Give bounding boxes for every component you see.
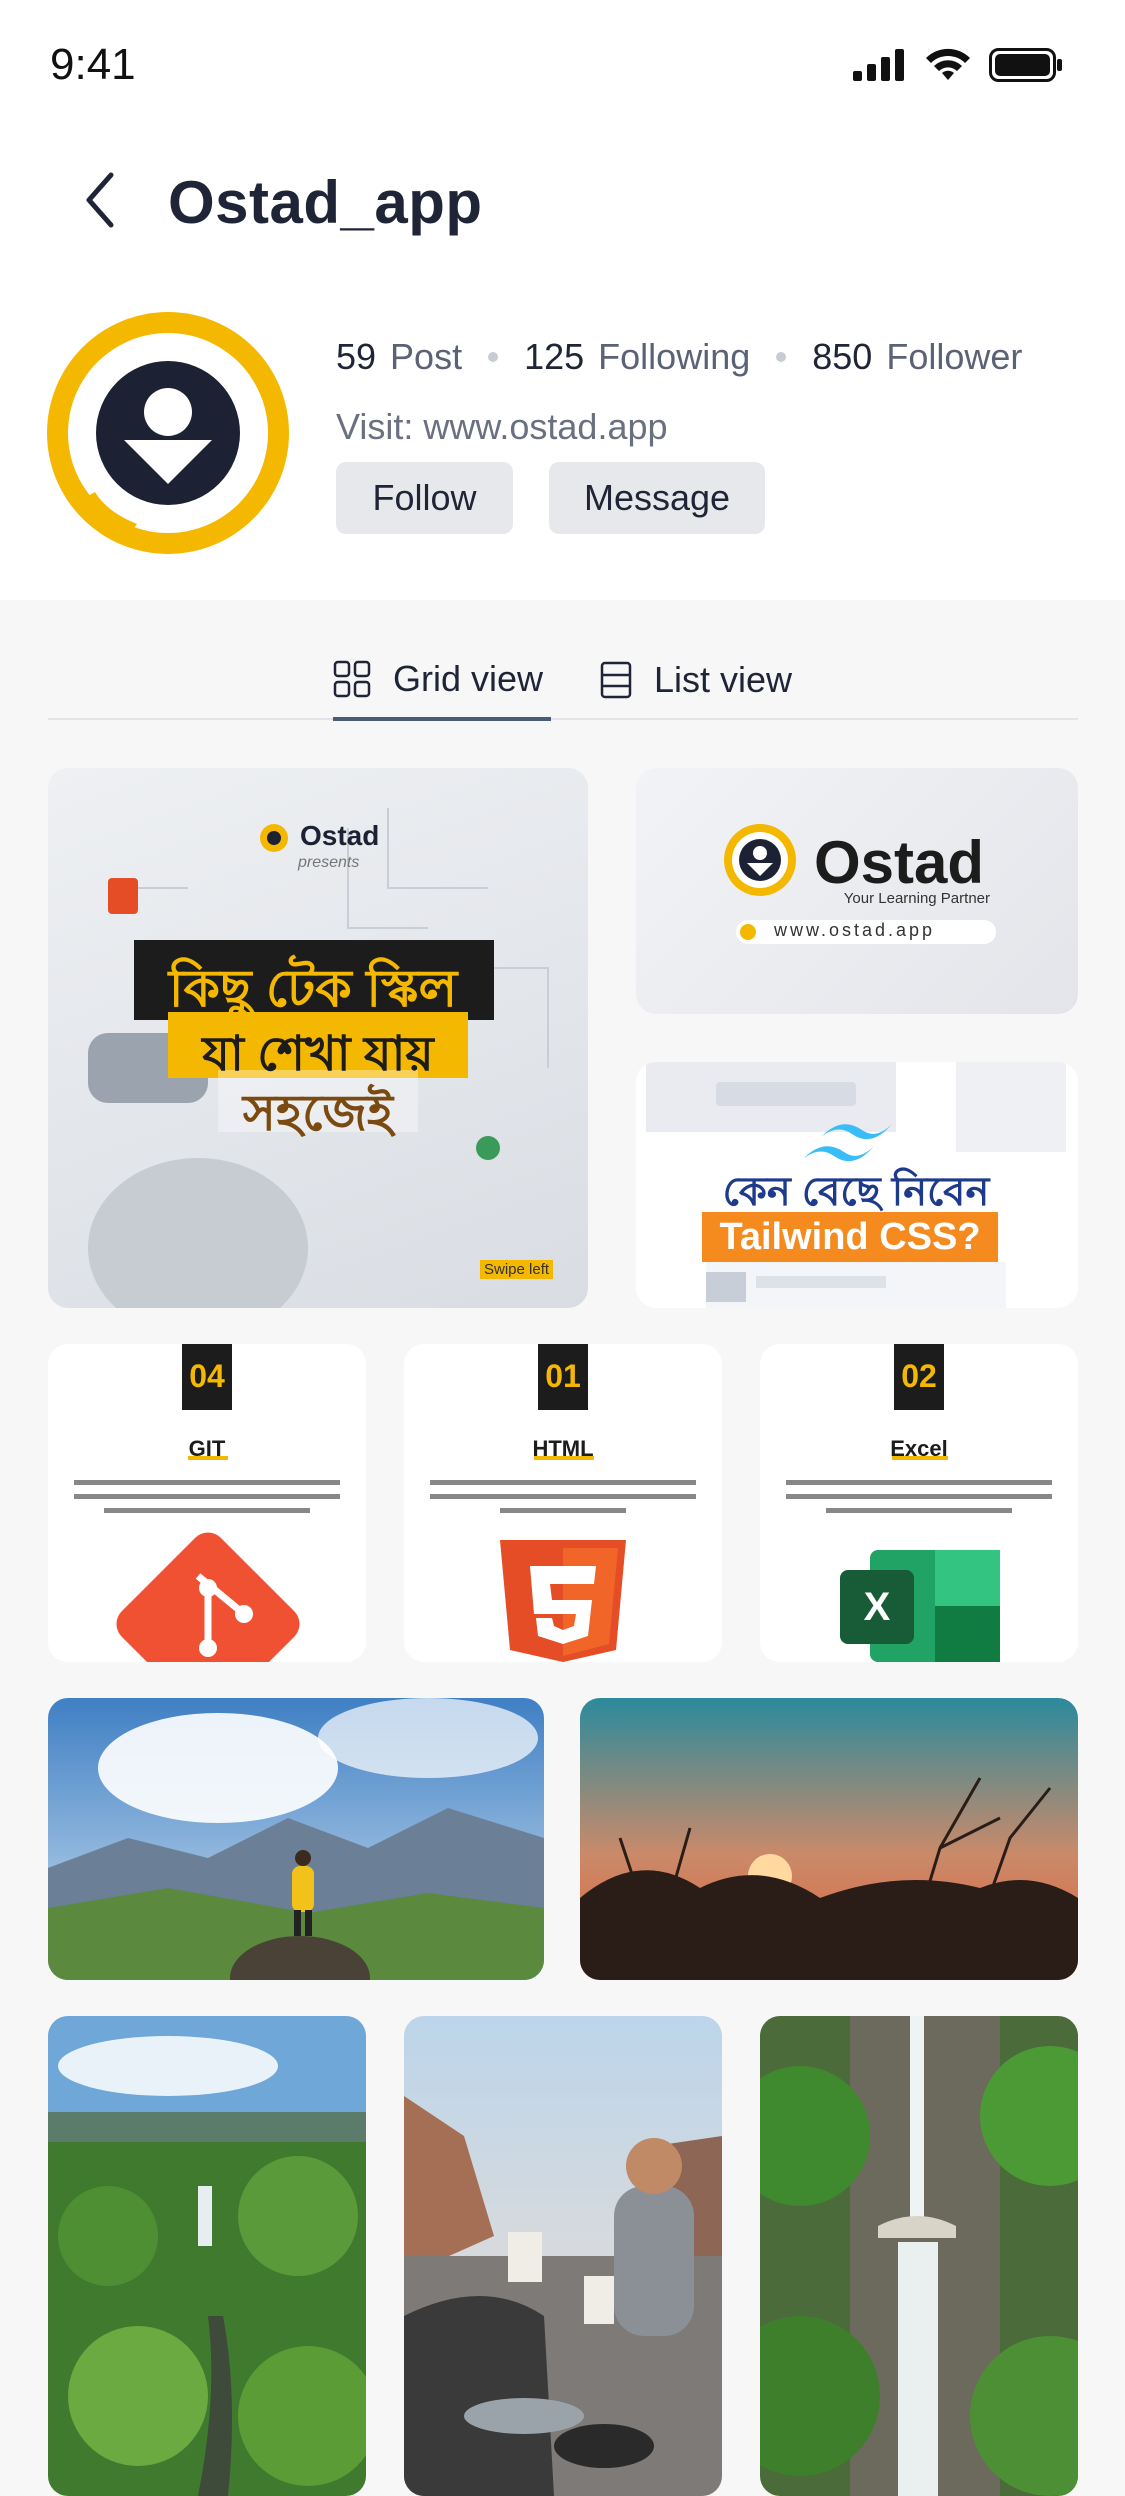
post4-number: 04	[189, 1358, 225, 1394]
tab-grid-view[interactable]: Grid view	[333, 640, 551, 721]
signal-icon	[853, 49, 904, 81]
post1-swipe: Swipe left	[480, 1260, 554, 1279]
post-tile-sunset[interactable]	[580, 1698, 1078, 1980]
post-image	[760, 2016, 1078, 2496]
follow-button[interactable]: Follow	[336, 462, 513, 534]
post1-brand: Ostad	[300, 820, 380, 851]
status-icons	[853, 48, 1063, 82]
stat-separator	[776, 352, 787, 362]
post-tile-excel[interactable]: 02 Excel X	[760, 1344, 1078, 1662]
grid-icon	[333, 660, 371, 697]
avatar[interactable]	[47, 312, 289, 554]
post4-title: GIT	[188, 1436, 226, 1461]
post-tile-git[interactable]: 04 GIT	[48, 1344, 366, 1662]
chevron-left-icon	[86, 172, 114, 228]
following-label[interactable]: Following	[598, 336, 750, 378]
status-time: 9:41	[50, 40, 136, 89]
message-button[interactable]: Message	[549, 462, 765, 534]
post-image	[48, 2016, 366, 2496]
followers-label[interactable]: Follower	[886, 336, 1022, 378]
status-bar: 9:41	[0, 0, 1125, 130]
post-image	[404, 2016, 722, 2496]
post-tile-friends-canyon[interactable]	[404, 2016, 722, 2496]
post-tile-waterfall-bridge[interactable]	[760, 2016, 1078, 2496]
post1-presents: presents	[298, 854, 360, 871]
post-tile-waterfall-forest[interactable]	[48, 2016, 366, 2496]
following-count: 125	[524, 336, 585, 377]
excel-x-icon: X	[863, 1584, 891, 1629]
post2-tagline: Your Learning Partner	[843, 890, 990, 907]
post-tile-ostad-brand[interactable]: Ostad Your Learning Partner www.ostad.ap…	[636, 768, 1078, 1014]
post2-brand: Ostad	[814, 829, 985, 896]
post-tile-mountain-hiker[interactable]	[48, 1698, 544, 1980]
profile-stats: 59 Post 125 Following 850 Follower	[336, 336, 1022, 378]
post6-number: 02	[901, 1358, 937, 1394]
posts-label[interactable]: Post	[390, 336, 462, 378]
post-tile-html[interactable]: 01 HTML	[404, 1344, 722, 1662]
stat-separator	[488, 352, 499, 362]
posts-content: Grid view List view Ostad presents কিছু …	[0, 600, 1125, 2496]
header: Ostad_app	[0, 150, 1125, 250]
post-image	[48, 1698, 544, 1980]
back-button[interactable]	[70, 164, 130, 236]
website-link[interactable]: Visit: www.ostad.app	[336, 406, 668, 448]
post3-line-2: Tailwind CSS?	[719, 1216, 981, 1258]
post5-number: 01	[545, 1358, 581, 1394]
tab-list-view[interactable]: List view	[600, 640, 792, 720]
profile-section: 59 Post 125 Following 850 Follower Visit…	[0, 300, 1125, 600]
tab-grid-label: Grid view	[393, 657, 544, 699]
post1-headline-3: সহজেই	[242, 1085, 394, 1141]
posts-count: 59	[336, 336, 377, 377]
followers-count: 850	[812, 336, 873, 377]
post2-url: www.ostad.app	[774, 920, 936, 940]
view-tabs: Grid view List view	[48, 640, 1078, 721]
page-title: Ostad_app	[168, 169, 483, 236]
post-image	[580, 1698, 1078, 1980]
tab-list-label: List view	[654, 659, 793, 700]
battery-icon	[989, 48, 1062, 82]
post-tile-tech-skills[interactable]: Ostad presents কিছু টেক স্কিল যা শেখা যা…	[48, 768, 588, 1308]
wifi-icon	[926, 48, 970, 80]
post-tile-tailwind[interactable]: কেন বেছে নিবেন Tailwind CSS?	[636, 1062, 1078, 1308]
post6-title: Excel	[890, 1436, 948, 1461]
post5-title: HTML	[532, 1436, 594, 1461]
list-icon	[600, 661, 632, 699]
